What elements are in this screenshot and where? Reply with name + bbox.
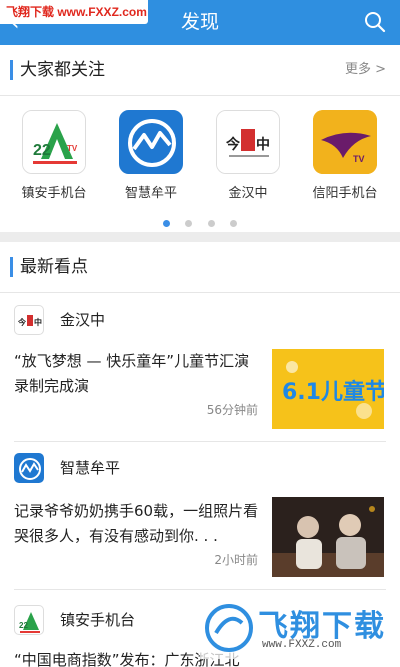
app-name: 智慧牟平 bbox=[124, 186, 177, 201]
news-headline[interactable]: 记录爷爷奶奶携手60载，一组照片看哭很多人，有没有感动到你. . . bbox=[14, 499, 264, 549]
watermark-overlay: 飞翔下载 www.FXXZ.com bbox=[200, 599, 390, 659]
svg-text:中: 中 bbox=[256, 136, 270, 153]
search-icon[interactable] bbox=[364, 11, 386, 33]
section-accent-bar bbox=[10, 60, 13, 80]
app-carousel[interactable]: 22 TV 镇安手机台 智慧牟平 今 中 金汉中 TV 信阳手机台 bbox=[0, 96, 400, 216]
app-item-zhenan[interactable]: 22 TV 镇安手机台 bbox=[9, 110, 99, 201]
app-item-xinyang[interactable]: TV 信阳手机台 bbox=[300, 110, 390, 201]
zhihui-muping-logo-icon bbox=[119, 110, 183, 174]
zhihui-muping-logo-icon bbox=[14, 453, 44, 483]
divider bbox=[14, 589, 386, 590]
app-name: 金汉中 bbox=[228, 186, 268, 201]
app-name: 信阳手机台 bbox=[312, 186, 378, 201]
svg-text:今: 今 bbox=[17, 317, 26, 327]
news-source-name: 镇安手机台 bbox=[60, 611, 136, 629]
popular-title: 大家都关注 bbox=[20, 60, 105, 80]
popular-header: 大家都关注 更多 > bbox=[0, 45, 400, 96]
svg-text:22: 22 bbox=[33, 142, 51, 159]
thumbnail-caption: 6.1儿童节 bbox=[282, 379, 384, 405]
pager-dot[interactable] bbox=[229, 220, 237, 227]
news-headline[interactable]: “放飞梦想 — 快乐童年”儿童节汇演录制完成演 bbox=[14, 349, 264, 399]
popular-section: 大家都关注 更多 > 22 TV 镇安手机台 智慧牟平 今 中 金汉中 TV 信… bbox=[0, 45, 400, 232]
latest-section-header: 最新看点 bbox=[0, 242, 400, 293]
watermark-logo-icon bbox=[205, 604, 253, 652]
pager-dot[interactable] bbox=[163, 220, 171, 227]
news-source-name: 金汉中 bbox=[60, 311, 106, 329]
news-thumbnail[interactable]: 6.1儿童节 bbox=[272, 349, 384, 429]
divider bbox=[14, 441, 386, 442]
app-name: 镇安手机台 bbox=[21, 186, 87, 201]
pager-dot[interactable] bbox=[185, 220, 193, 227]
pager-dot[interactable] bbox=[207, 220, 215, 227]
app-item-muping[interactable]: 智慧牟平 bbox=[106, 110, 196, 201]
news-timestamp: 56分钟前 bbox=[206, 403, 258, 417]
watermark-url: www.FXXZ.com bbox=[262, 639, 342, 651]
svg-text:中: 中 bbox=[34, 317, 42, 327]
jin-hanzhong-logo-icon: 今 中 bbox=[216, 110, 280, 174]
jin-hanzhong-logo-icon: 今 中 bbox=[14, 305, 44, 335]
xinyang-tv-logo-icon: TV bbox=[313, 110, 377, 174]
svg-text:22: 22 bbox=[19, 621, 28, 630]
more-link[interactable]: 更多 > bbox=[345, 45, 386, 95]
news-thumbnail[interactable] bbox=[272, 497, 384, 577]
svg-text:TV: TV bbox=[353, 154, 365, 164]
watermark-banner: 飞翔下载 www.FXXZ.com bbox=[0, 0, 148, 24]
app-item-hanzhong[interactable]: 今 中 金汉中 bbox=[203, 110, 293, 201]
news-timestamp: 2小时前 bbox=[214, 553, 258, 567]
zhenan-tv-logo-icon: 22 bbox=[14, 605, 44, 635]
section-accent-bar bbox=[10, 257, 13, 277]
svg-text:今: 今 bbox=[225, 136, 240, 153]
latest-title: 最新看点 bbox=[20, 257, 88, 277]
news-source-name: 智慧牟平 bbox=[60, 459, 121, 477]
zhenan-tv-logo-icon: 22 TV bbox=[22, 110, 86, 174]
latest-header-inner: 最新看点 bbox=[0, 242, 400, 292]
carousel-pager bbox=[0, 212, 400, 227]
svg-text:TV: TV bbox=[67, 144, 78, 153]
